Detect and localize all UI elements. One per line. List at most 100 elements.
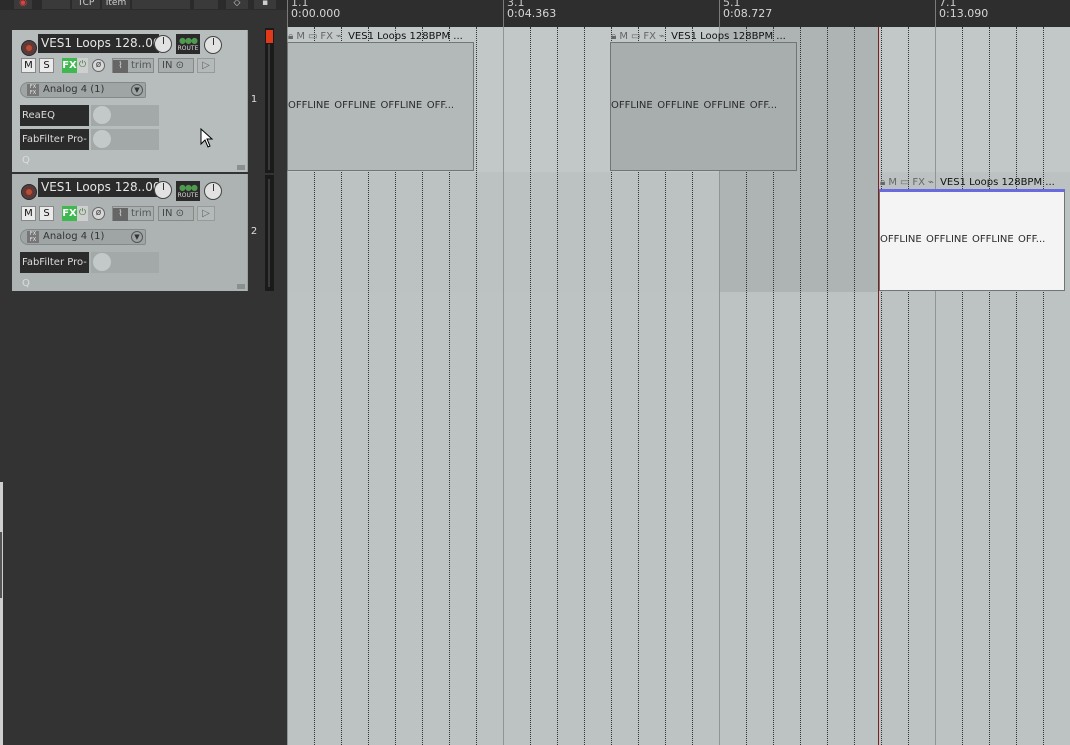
record-icon[interactable]: ◉ xyxy=(14,0,32,9)
arrange-view[interactable]: 🔒︎ M ▭ FX ⌁ VES1 Loops 128BPM ... OFFLIN… xyxy=(287,27,1070,745)
instrument-slot[interactable]: FX FX Analog 4 (1) ▼ xyxy=(20,82,146,98)
time-label: 0:04.363 xyxy=(507,7,557,20)
grid-line xyxy=(827,27,828,745)
fx-bypass-icon[interactable]: ⏻ xyxy=(77,58,88,73)
trash-icon[interactable]: ▪ xyxy=(254,0,276,9)
time-label: 0:08.727 xyxy=(723,7,773,20)
offline-label: OFFLINE xyxy=(334,100,376,111)
main-toolbar: ◉ TCP Item ◇ ▪ xyxy=(0,0,287,10)
grid-line xyxy=(584,27,585,745)
offline-label: OFFLINE xyxy=(657,100,699,111)
track-number: 2 xyxy=(250,226,258,237)
trim-label: trim xyxy=(131,208,152,219)
plugin-slot[interactable]: FabFilter Pro-Q xyxy=(20,252,89,289)
plugin-param-slider[interactable] xyxy=(91,252,159,273)
mute-icon[interactable]: M xyxy=(296,31,305,42)
track-name[interactable]: VES1 Loops 128..005 xyxy=(38,34,159,53)
fx-icon[interactable]: FX xyxy=(643,31,656,42)
item-status: OFFLINE OFFLINE OFFLINE OFF... xyxy=(880,234,1064,245)
item-button[interactable]: Item xyxy=(102,0,130,9)
note-icon[interactable]: ▭ xyxy=(900,177,909,188)
snap-icon[interactable]: ◇ xyxy=(226,0,248,9)
input-button[interactable]: IN ⊙ xyxy=(158,58,194,73)
track-name[interactable]: VES1 Loops 128..006 xyxy=(38,178,159,197)
toolbar-button[interactable] xyxy=(194,0,218,9)
fx-icon[interactable]: FX xyxy=(912,177,925,188)
record-arm-button[interactable] xyxy=(21,184,37,200)
fx-icon[interactable]: FX xyxy=(320,31,333,42)
media-item[interactable]: 🔒︎ M ▭ FX ⌁ VES1 Loops 128BPM ... OFFLIN… xyxy=(287,31,474,171)
item-name: VES1 Loops 128BPM ... xyxy=(940,176,1055,188)
route-label: ROUTE xyxy=(177,192,199,199)
solo-button[interactable]: S xyxy=(39,206,54,221)
folder-icon[interactable] xyxy=(237,284,245,289)
plugin-param-slider[interactable] xyxy=(91,105,159,126)
side-panel-controls xyxy=(0,532,2,598)
plugin-param-slider[interactable] xyxy=(91,129,159,150)
pan-knob[interactable] xyxy=(204,182,222,200)
track-meter-2[interactable] xyxy=(265,175,274,291)
grid-line xyxy=(989,27,990,745)
lock-icon[interactable]: 🔒︎ xyxy=(288,31,293,42)
chevron-down-icon[interactable]: ▼ xyxy=(131,84,143,96)
input-label: IN xyxy=(162,208,173,219)
lock-icon[interactable]: 🔒︎ xyxy=(611,31,616,42)
instrument-slot[interactable]: FX FX Analog 4 (1) ▼ xyxy=(20,229,146,245)
item-header: 🔒︎ M ▭ FX ⌁ VES1 Loops 128BPM ... xyxy=(288,29,473,43)
grid-line xyxy=(800,27,801,745)
trim-label: trim xyxy=(131,60,152,71)
grid-line xyxy=(557,27,558,745)
note-icon[interactable]: ▭ xyxy=(631,31,640,42)
chevron-down-icon[interactable]: ▼ xyxy=(131,231,143,243)
track-panel-2[interactable]: VES1 Loops 128..006 ●●● ROUTE M S FX ⏻ ø … xyxy=(12,174,257,291)
note-icon[interactable]: ▭ xyxy=(308,31,317,42)
record-arm-button[interactable] xyxy=(21,40,37,56)
track-panel-1[interactable]: VES1 Loops 128..005 ●●● ROUTE M S FX ⏻ ø … xyxy=(12,30,257,172)
pan-knob[interactable] xyxy=(204,36,222,54)
input-button[interactable]: IN ⊙ xyxy=(158,206,194,221)
mute-icon[interactable]: M xyxy=(619,31,628,42)
mute-button[interactable]: M xyxy=(21,206,36,221)
route-button[interactable]: ●●● ROUTE xyxy=(176,181,200,201)
mute-button[interactable]: M xyxy=(21,58,36,73)
plugin-slot[interactable]: ReaEQ xyxy=(20,105,89,126)
grid-line xyxy=(881,27,882,745)
offline-label: OFF... xyxy=(426,100,455,111)
media-item[interactable]: 🔒︎ M ▭ FX ⌁ VES1 Loops 128BPM ... OFFLIN… xyxy=(610,31,797,171)
lock-icon[interactable]: 🔒︎ xyxy=(880,177,885,188)
item-header: 🔒︎ M ▭ FX ⌁ VES1 Loops 128BPM ... xyxy=(880,175,1064,189)
track-meter-1[interactable] xyxy=(265,28,274,173)
route-button[interactable]: ●●● ROUTE xyxy=(176,34,200,54)
toolbar-field[interactable] xyxy=(132,0,190,9)
volume-knob[interactable] xyxy=(154,181,172,199)
tcp-button[interactable]: TCP xyxy=(72,0,100,9)
mouse-pointer-icon xyxy=(200,128,214,148)
grid-line xyxy=(530,27,531,745)
grid-line xyxy=(962,27,963,745)
folder-icon[interactable] xyxy=(237,165,245,170)
fx-bypass-icon[interactable]: ⏻ xyxy=(77,206,88,221)
automation-mode-button[interactable]: ⌇ trim xyxy=(112,206,154,221)
play-cursor[interactable] xyxy=(878,27,879,745)
timeline-ruler[interactable]: 1.1 0:00.000 3.1 0:04.363 5.1 0:08.727 7… xyxy=(287,0,1070,28)
solo-button[interactable]: S xyxy=(39,58,54,73)
envelope-icon[interactable]: ⌁ xyxy=(928,177,934,188)
automation-mode-button[interactable]: ⌇ trim xyxy=(112,58,154,73)
toolbar-button[interactable] xyxy=(42,0,70,9)
plugin-slot[interactable]: FabFilter Pro-Q xyxy=(20,129,89,166)
monitor-icon[interactable]: ▷ xyxy=(197,206,215,221)
envelope-icon[interactable]: ⌁ xyxy=(336,31,342,42)
grid-line xyxy=(476,27,477,745)
phase-invert-icon[interactable]: ø xyxy=(92,207,105,220)
fx-button[interactable]: FX xyxy=(62,58,77,73)
monitor-icon[interactable]: ▷ xyxy=(197,58,215,73)
grid-line xyxy=(1043,27,1044,745)
fx-button[interactable]: FX xyxy=(62,206,77,221)
envelope-icon[interactable]: ⌁ xyxy=(659,31,665,42)
ruler-marker: 1.1 0:00.000 xyxy=(287,0,340,27)
mute-icon[interactable]: M xyxy=(888,177,897,188)
phase-invert-icon[interactable]: ø xyxy=(92,59,105,72)
volume-knob[interactable] xyxy=(154,35,172,53)
grid-line xyxy=(503,27,504,745)
media-item-selected[interactable]: 🔒︎ M ▭ FX ⌁ VES1 Loops 128BPM ... OFFLIN… xyxy=(879,177,1065,291)
